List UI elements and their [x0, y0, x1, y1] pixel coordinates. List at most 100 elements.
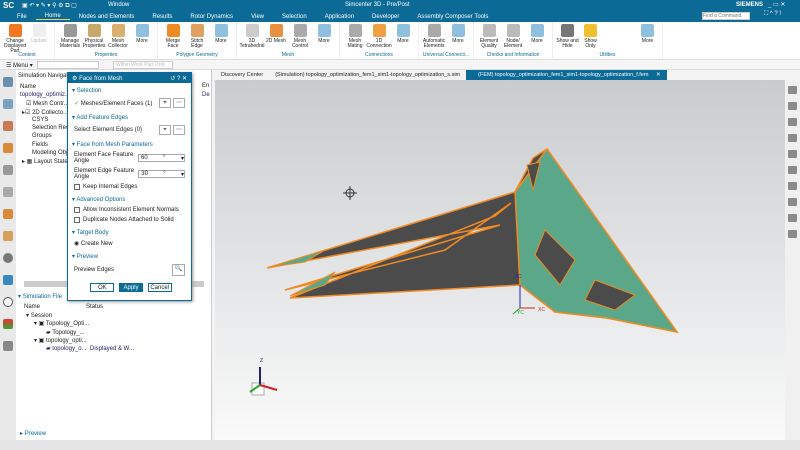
menu-nodes-elements[interactable]: Nodes and Elements — [70, 14, 144, 20]
more-options-button[interactable]: ⋯ — [173, 98, 185, 108]
magnifier-icon[interactable]: 🔍 — [172, 264, 185, 276]
xc-label: XC — [538, 307, 545, 313]
menu-developer[interactable]: Developer — [363, 14, 408, 20]
graphics-viewport[interactable]: ZC YC XC Z — [215, 80, 785, 440]
help-icons[interactable]: ⛶ ^ ? ! — [755, 11, 790, 18]
menu-application[interactable]: Application — [316, 14, 363, 20]
view-tool-icon[interactable] — [788, 166, 797, 174]
section-target-body[interactable]: ▾ Target Body — [68, 225, 191, 238]
simulation-file-view-header[interactable]: ▾ Simulation File — [18, 293, 62, 300]
section-add-feature-edges[interactable]: ▾ Add Feature Edges — [68, 110, 191, 123]
view-tool-icon[interactable] — [788, 118, 797, 126]
tab-simulation[interactable]: (Simulation) topology_optimization_fem1_… — [269, 72, 466, 78]
apply-button[interactable]: Apply — [119, 283, 143, 292]
preview-section[interactable]: ▸ Preview — [20, 430, 46, 437]
view-tool-icon[interactable] — [788, 214, 797, 222]
keep-internal-edges-checkbox[interactable] — [74, 184, 80, 190]
menu-selection[interactable]: Selection — [273, 14, 316, 20]
tree-label: Topology_... — [52, 329, 85, 336]
view-tool-icon[interactable] — [788, 150, 797, 158]
zc-label: ZC — [515, 274, 522, 280]
check-icon: ✓ — [74, 100, 80, 107]
simulation-navigator-icon[interactable] — [3, 77, 13, 87]
part-navigator-icon[interactable] — [3, 99, 13, 109]
tab-label: (FEM) topology_optimization_fem1_sim1-to… — [478, 72, 649, 78]
group-polygon-geometry: Merge Face Stitch Edge More Polygon Geom… — [158, 22, 237, 59]
assembly-icon[interactable] — [3, 143, 13, 153]
resource-bar — [0, 70, 16, 440]
menu-file[interactable]: File — [8, 14, 36, 20]
body-icon[interactable] — [3, 165, 13, 175]
view-tool-icon[interactable] — [788, 182, 797, 190]
tree-item[interactable]: ▾ Session — [26, 312, 134, 320]
cancel-button[interactable]: Cancel — [147, 283, 172, 292]
tree-label: Mesh Contr... — [33, 101, 69, 108]
menu-results[interactable]: Results — [143, 14, 181, 20]
menu-view[interactable]: View — [242, 14, 273, 20]
view-tool-icon[interactable] — [788, 134, 797, 142]
partial-text: En — [202, 83, 210, 89]
window-controls[interactable]: _ ▭ ✕ — [768, 1, 785, 8]
face-angle-input[interactable]: 60 ° ▾ — [138, 154, 185, 162]
group-utilities: Show and Hide Show Only More Utilities — [553, 22, 663, 59]
edge-angle-input[interactable]: 30 ° ▾ — [138, 170, 185, 178]
duplicate-nodes-checkbox[interactable] — [74, 217, 80, 223]
group-connections: Mesh Mating 1D Connection More Connectio… — [340, 22, 419, 59]
view-tool-icon[interactable] — [788, 198, 797, 206]
create-new-radio[interactable]: ◉ — [74, 240, 81, 247]
tab-fem[interactable]: (FEM) topology_optimization_fem1_sim1-to… — [466, 70, 667, 80]
menu-label: Menu — [13, 63, 29, 69]
tree-item[interactable]: ▾ ▣ topology_opti... — [26, 337, 134, 345]
type-filter-select[interactable] — [37, 61, 99, 69]
tab-discovery-center[interactable]: Discovery Center — [215, 72, 269, 78]
results-icon[interactable] — [3, 319, 13, 329]
history-icon[interactable] — [3, 297, 13, 307]
menu-assembly-composer[interactable]: Assembly Composer Tools — [408, 14, 497, 20]
constraint-icon[interactable] — [3, 121, 13, 131]
tree-item[interactable]: ▰ topology_o... Displayed & W... — [26, 345, 134, 353]
absolute-triad — [249, 367, 278, 396]
tree-label: Layout States — [34, 159, 71, 166]
quick-access-toolbar[interactable]: ▣ ↶ ▾ ✎ ▾ ⚲ ⚙ ⧉ ▢ — [22, 2, 77, 10]
menu-button[interactable]: ☰ Menu ▾ — [6, 62, 33, 69]
roles-icon[interactable] — [3, 341, 13, 351]
more-options-button[interactable]: ⋯ — [173, 125, 185, 135]
command-search-input[interactable] — [702, 12, 750, 20]
group-context: Change Displayed Part Update Context — [0, 22, 55, 59]
cylinder-icon[interactable] — [3, 187, 13, 197]
allow-inconsistent-normals-checkbox[interactable] — [74, 207, 80, 213]
dialog-controls[interactable]: ↺ ? ✕ — [170, 75, 187, 82]
web-icon[interactable] — [3, 275, 13, 285]
ok-button[interactable]: OK — [90, 283, 115, 292]
tree-item[interactable]: ▾ ▣ Topology_Opti... — [26, 320, 134, 328]
gear-icon[interactable]: ⚙ — [72, 76, 77, 82]
scope-select[interactable]: Within Work Part Only — [113, 61, 173, 69]
window-menu[interactable]: Window — [108, 2, 129, 8]
view-tool-icon[interactable] — [788, 230, 797, 238]
view-tool-icon[interactable] — [788, 102, 797, 110]
feature-icon[interactable] — [3, 209, 13, 219]
tree-label: Session — [30, 313, 53, 319]
command-bar: ☰ Menu ▾ Within Work Part Only — [0, 60, 800, 70]
yc-label: YC — [517, 310, 524, 316]
crosshair-icon[interactable]: ⌖ — [159, 98, 171, 108]
section-title: Add Feature Edges — [76, 115, 129, 121]
meshes-selector[interactable]: ✓ Meshes/Element Faces (1) ⌖ ⋯ — [68, 96, 191, 110]
view-tool-icon[interactable] — [788, 86, 797, 94]
sphere-icon[interactable] — [3, 253, 13, 263]
menu-rotor-dynamics[interactable]: Rotor Dynamics — [181, 14, 242, 20]
edges-selector[interactable]: Select Element Edges (0) ⌖ ⋯ — [68, 123, 191, 137]
crosshair-icon[interactable]: ⌖ — [159, 125, 171, 135]
section-advanced[interactable]: ▾ Advanced Options — [68, 192, 191, 205]
section-preview[interactable]: ▾ Preview — [68, 249, 191, 262]
section-parameters[interactable]: ▾ Face from Mesh Parameters — [68, 137, 191, 150]
status-label: Displayed & W... — [89, 346, 134, 353]
menu-home[interactable]: Home — [35, 13, 70, 20]
group-checks: Element Quality Node/ Element More Check… — [474, 22, 553, 59]
section-title: Selection — [76, 88, 102, 94]
section-selection[interactable]: ▾ Selection — [68, 83, 191, 96]
tree-item[interactable]: ▰ Topology_... — [26, 329, 134, 337]
reuse-icon[interactable] — [3, 231, 13, 241]
section-title: Preview — [76, 254, 99, 260]
column-status: Status — [86, 304, 104, 310]
